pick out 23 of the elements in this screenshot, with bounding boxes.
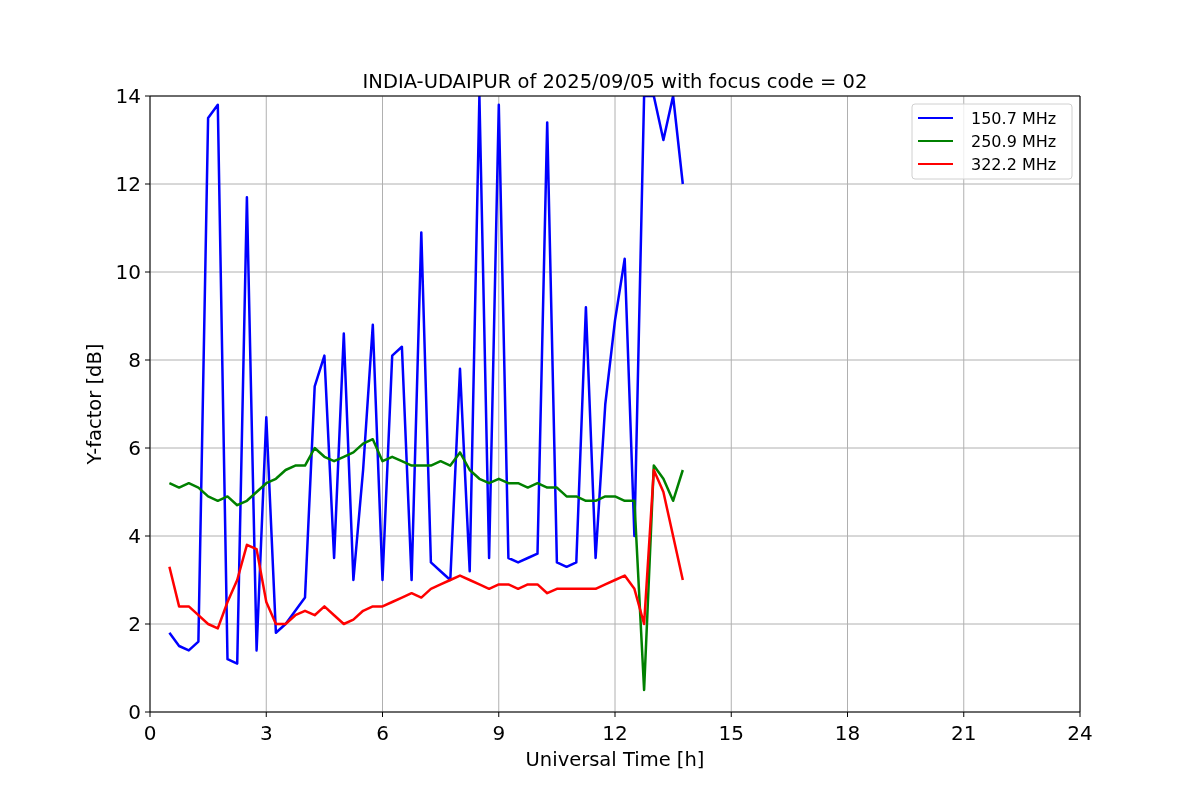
legend-label: 250.9 MHz (971, 132, 1057, 151)
x-tick-label: 9 (492, 721, 506, 745)
x-tick-label: 3 (259, 721, 273, 745)
x-tick-label: 15 (718, 721, 744, 745)
y-tick-label: 14 (115, 84, 141, 108)
x-tick-label: 6 (376, 721, 389, 745)
y-tick-label: 0 (128, 700, 141, 724)
x-tick-label: 18 (834, 721, 861, 745)
y-tick-label: 8 (128, 348, 141, 372)
y-tick-label: 2 (128, 612, 141, 636)
legend-label: 322.2 MHz (971, 155, 1057, 174)
x-tick-label: 24 (1067, 721, 1093, 745)
x-tick-label: 12 (602, 721, 628, 745)
y-axis-label: Y-factor [dB] (83, 343, 106, 465)
legend-label: 150.7 MHz (971, 109, 1057, 128)
x-axis-label: Universal Time [h] (525, 748, 705, 771)
x-tick-label: 0 (143, 721, 157, 745)
y-tick-label: 10 (115, 260, 141, 284)
y-tick-label: 6 (128, 436, 141, 460)
chart-title: INDIA-UDAIPUR of 2025/09/05 with focus code = 02 (362, 70, 868, 93)
y-tick-label: 4 (128, 524, 141, 548)
x-tick-label: 21 (951, 721, 977, 745)
y-tick-label: 12 (115, 172, 141, 196)
